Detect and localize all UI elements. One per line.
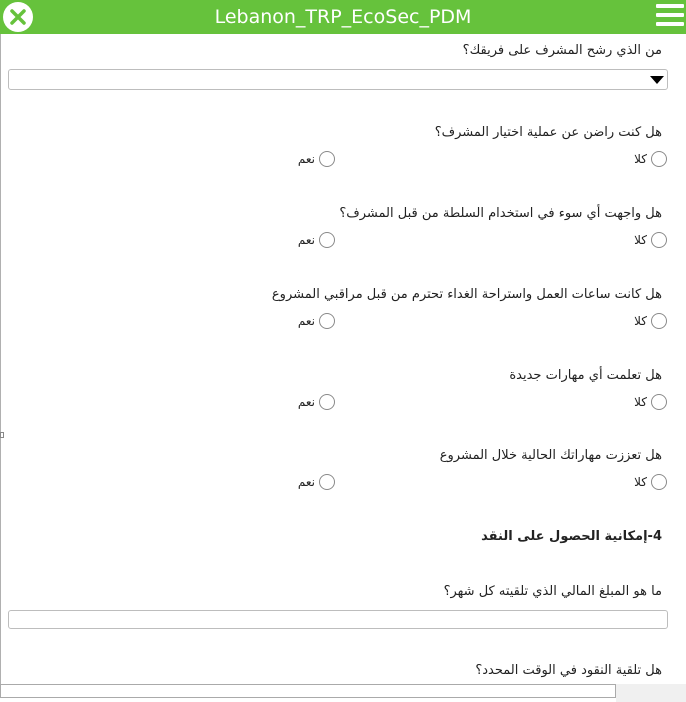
question-supervisor-nominator: من الذي رشح المشرف على فريقك؟ — [462, 43, 662, 58]
radio-yes[interactable] — [319, 394, 335, 410]
close-button[interactable] — [3, 2, 33, 32]
question-working-hours-respected: هل كانت ساعات العمل واستراحة الغداء تحتر… — [271, 287, 662, 302]
left-edge-handle — [0, 432, 4, 438]
option-no[interactable]: كلا — [634, 474, 667, 490]
monthly-amount-input[interactable] — [8, 610, 668, 629]
option-no[interactable]: كلا — [634, 394, 667, 410]
radio-no[interactable] — [651, 474, 667, 490]
radio-no[interactable] — [651, 313, 667, 329]
option-yes[interactable]: نعم — [298, 313, 335, 329]
option-yes[interactable]: نعم — [298, 394, 335, 410]
radio-yes[interactable] — [319, 474, 335, 490]
question-new-skills: هل تعلمت أي مهارات جديدة — [509, 368, 662, 383]
radio-no[interactable] — [651, 232, 667, 248]
question-abuse-of-power: هل واجهت أي سوء في استخدام السلطة من قبل… — [339, 206, 662, 221]
scrollbar-corner — [616, 684, 686, 702]
hamburger-menu-icon — [656, 4, 684, 26]
question-skills-enhanced: هل تعززت مهاراتك الحالية خلال المشروع — [439, 448, 662, 463]
question-monthly-amount: ما هو المبلغ المالي الذي تلقيته كل شهر؟ — [443, 584, 662, 599]
caret-down-icon — [650, 76, 664, 84]
section-heading-cash-access: 4-إمكانية الحصول على النقد — [481, 529, 662, 544]
radio-yes[interactable] — [319, 313, 335, 329]
question-supervisor-selection-satisfaction: هل كنت راضن عن عملية اختيار المشرف؟ — [434, 125, 662, 140]
question-cash-on-time: هل تلقية النقود في الوقت المحدد؟ — [475, 663, 662, 678]
radio-no[interactable] — [651, 151, 667, 167]
app-title: Lebanon_TRP_EcoSec_PDM — [214, 6, 472, 28]
horizontal-scrollbar[interactable] — [0, 684, 616, 698]
radio-yes[interactable] — [319, 151, 335, 167]
close-icon — [10, 9, 26, 25]
option-no[interactable]: كلا — [634, 151, 667, 167]
option-yes[interactable]: نعم — [298, 474, 335, 490]
menu-button[interactable] — [656, 4, 684, 30]
option-yes[interactable]: نعم — [298, 151, 335, 167]
form-content: من الذي رشح المشرف على فريقك؟ هل كنت راض… — [0, 34, 686, 684]
app-header: Lebanon_TRP_EcoSec_PDM — [0, 0, 686, 34]
option-no[interactable]: كلا — [634, 232, 667, 248]
option-yes[interactable]: نعم — [298, 232, 335, 248]
option-no[interactable]: كلا — [634, 313, 667, 329]
supervisor-nominator-select[interactable] — [8, 69, 668, 90]
radio-no[interactable] — [651, 394, 667, 410]
radio-yes[interactable] — [319, 232, 335, 248]
